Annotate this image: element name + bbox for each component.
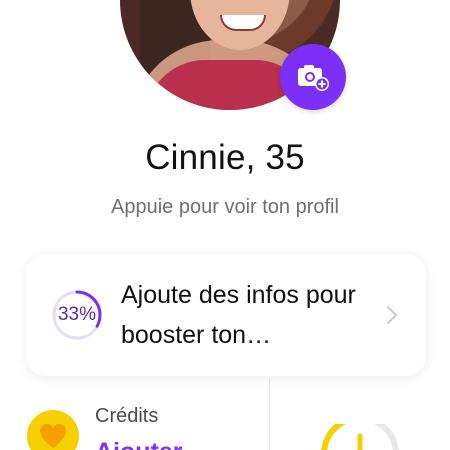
heart-coin-icon: [40, 424, 66, 448]
credits-label: Crédits: [95, 405, 159, 427]
add-credits-link[interactable]: Ajouter: [95, 438, 183, 450]
profile-completion-card[interactable]: 33% Ajoute des infos pour booster ton…: [26, 254, 426, 376]
view-profile-link[interactable]: Appuie pour voir ton profil: [0, 196, 450, 219]
credits-button[interactable]: [27, 410, 79, 450]
profile-name: Cinnie, 35: [145, 138, 305, 177]
completion-percent: 33%: [57, 304, 97, 325]
stats-divider: [269, 378, 270, 450]
completion-progress: 33%: [51, 289, 103, 341]
bottom-stats: Crédits Ajouter: [0, 378, 450, 450]
chevron-right-icon: [385, 304, 399, 326]
profile-screen: Cinnie, 35 Appuie pour voir ton profil 3…: [0, 0, 450, 450]
completion-message: Ajoute des infos pour booster ton…: [121, 281, 356, 349]
camera-plus-icon: [298, 65, 329, 91]
gauge-icon[interactable]: [320, 415, 400, 450]
add-photo-button[interactable]: [280, 44, 346, 110]
